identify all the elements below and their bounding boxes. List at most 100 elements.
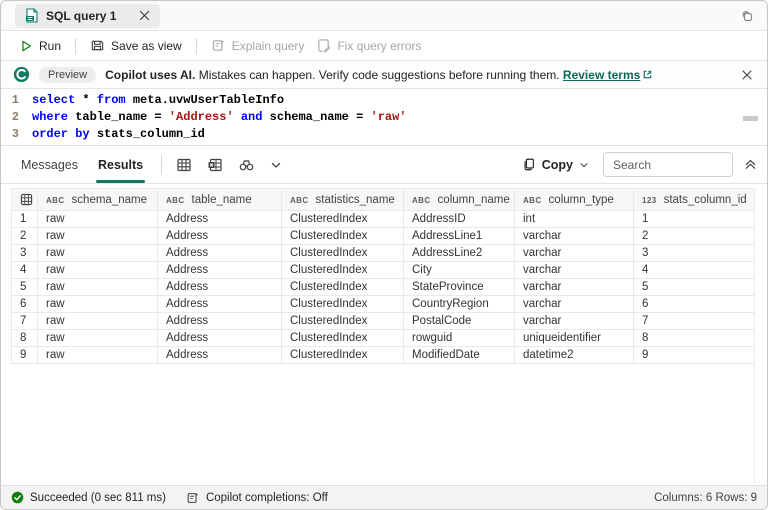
cell[interactable]: PostalCode (404, 313, 515, 330)
cell[interactable]: raw (38, 228, 158, 245)
row-number-cell[interactable]: 1 (12, 211, 38, 228)
cell[interactable]: raw (38, 245, 158, 262)
cell[interactable]: CountryRegion (404, 296, 515, 313)
view-as-grid-icon[interactable] (176, 157, 192, 173)
tab-messages[interactable]: Messages (11, 146, 88, 183)
sql-editor[interactable]: 1select * from meta.uvwUserTableInfo2whe… (1, 89, 767, 145)
cell[interactable]: 2 (634, 228, 755, 245)
banner-close-icon[interactable] (739, 67, 755, 83)
cell[interactable]: rowguid (404, 330, 515, 347)
cell[interactable]: ClusteredIndex (282, 296, 404, 313)
cell[interactable]: Address (158, 228, 282, 245)
table-row[interactable]: 6rawAddressClusteredIndexCountryRegionva… (12, 296, 755, 313)
cell[interactable]: Address (158, 245, 282, 262)
row-number-cell[interactable]: 7 (12, 313, 38, 330)
cell[interactable]: raw (38, 279, 158, 296)
table-row[interactable]: 9rawAddressClusteredIndexModifiedDatedat… (12, 347, 755, 364)
duplicate-window-icon[interactable] (739, 8, 755, 24)
cell[interactable]: AddressID (404, 211, 515, 228)
open-in-excel-icon[interactable] (207, 157, 223, 173)
cell[interactable]: raw (38, 347, 158, 364)
cell[interactable]: ClusteredIndex (282, 347, 404, 364)
cell[interactable]: StateProvince (404, 279, 515, 296)
column-header-schema_name[interactable]: ABCschema_name (38, 189, 158, 211)
copilot-completions-toggle[interactable]: Copilot completions: Off (186, 491, 328, 505)
inspect-binoculars-icon[interactable] (238, 157, 255, 173)
table-row[interactable]: 5rawAddressClusteredIndexStateProvinceva… (12, 279, 755, 296)
chevron-down-icon[interactable] (270, 159, 282, 171)
row-number-cell[interactable]: 4 (12, 262, 38, 279)
save-as-view-button[interactable]: Save as view (84, 35, 188, 57)
explain-query-button[interactable]: Explain query (205, 35, 311, 57)
column-header-column_name[interactable]: ABCcolumn_name (404, 189, 515, 211)
copy-button[interactable]: Copy (522, 157, 589, 172)
code-line[interactable]: 1select * from meta.uvwUserTableInfo (1, 92, 767, 109)
cell[interactable]: uniqueidentifier (515, 330, 634, 347)
cell[interactable]: 3 (634, 245, 755, 262)
cell[interactable]: ClusteredIndex (282, 228, 404, 245)
cell[interactable]: ClusteredIndex (282, 279, 404, 296)
column-header-stats_column_id[interactable]: 123stats_column_id (634, 189, 755, 211)
cell[interactable]: Address (158, 279, 282, 296)
cell[interactable]: 5 (634, 279, 755, 296)
tab-close-icon[interactable] (139, 10, 150, 21)
fix-query-errors-button[interactable]: Fix query errors (310, 35, 427, 57)
row-number-cell[interactable]: 5 (12, 279, 38, 296)
cell[interactable]: raw (38, 330, 158, 347)
review-terms-link[interactable]: Review terms (563, 68, 653, 82)
cell[interactable]: 9 (634, 347, 755, 364)
cell[interactable]: 8 (634, 330, 755, 347)
cell[interactable]: Address (158, 330, 282, 347)
cell[interactable]: raw (38, 211, 158, 228)
tab-sql-query-1[interactable]: SQL query 1 (15, 4, 160, 28)
column-header-column_type[interactable]: ABCcolumn_type (515, 189, 634, 211)
cell[interactable]: Address (158, 262, 282, 279)
table-row[interactable]: 7rawAddressClusteredIndexPostalCodevarch… (12, 313, 755, 330)
table-row[interactable]: 3rawAddressClusteredIndexAddressLine2var… (12, 245, 755, 262)
cell[interactable]: ClusteredIndex (282, 313, 404, 330)
row-number-cell[interactable]: 3 (12, 245, 38, 262)
cell[interactable]: Address (158, 211, 282, 228)
cell[interactable]: datetime2 (515, 347, 634, 364)
cell[interactable]: varchar (515, 262, 634, 279)
cell[interactable]: varchar (515, 296, 634, 313)
cell[interactable]: Address (158, 313, 282, 330)
cell[interactable]: varchar (515, 245, 634, 262)
cell[interactable]: raw (38, 296, 158, 313)
cell[interactable]: varchar (515, 228, 634, 245)
table-row[interactable]: 4rawAddressClusteredIndexCityvarchar4 (12, 262, 755, 279)
cell[interactable]: ClusteredIndex (282, 211, 404, 228)
cell[interactable]: raw (38, 313, 158, 330)
column-header-statistics_name[interactable]: ABCstatistics_name (282, 189, 404, 211)
code-line[interactable]: 3order by stats_column_id (1, 126, 767, 143)
cell[interactable]: 1 (634, 211, 755, 228)
collapse-panel-icon[interactable] (744, 158, 757, 171)
cell[interactable]: int (515, 211, 634, 228)
row-number-cell[interactable]: 6 (12, 296, 38, 313)
tab-results[interactable]: Results (88, 146, 153, 183)
cell[interactable]: AddressLine1 (404, 228, 515, 245)
cell[interactable]: 7 (634, 313, 755, 330)
cell[interactable]: Address (158, 347, 282, 364)
editor-scrollbar[interactable] (743, 116, 758, 121)
cell[interactable]: ClusteredIndex (282, 262, 404, 279)
cell[interactable]: AddressLine2 (404, 245, 515, 262)
search-input[interactable] (603, 152, 733, 177)
cell[interactable]: Address (158, 296, 282, 313)
results-scrollbar-gutter[interactable] (754, 188, 755, 483)
cell[interactable]: ClusteredIndex (282, 330, 404, 347)
table-row[interactable]: 8rawAddressClusteredIndexrowguiduniqueid… (12, 330, 755, 347)
cell[interactable]: ModifiedDate (404, 347, 515, 364)
select-all-corner-cell[interactable] (12, 189, 38, 211)
row-number-cell[interactable]: 8 (12, 330, 38, 347)
cell[interactable]: 6 (634, 296, 755, 313)
table-row[interactable]: 1rawAddressClusteredIndexAddressIDint1 (12, 211, 755, 228)
row-number-cell[interactable]: 2 (12, 228, 38, 245)
cell[interactable]: ClusteredIndex (282, 245, 404, 262)
row-number-cell[interactable]: 9 (12, 347, 38, 364)
run-button[interactable]: Run (13, 35, 67, 57)
column-header-table_name[interactable]: ABCtable_name (158, 189, 282, 211)
cell[interactable]: City (404, 262, 515, 279)
cell[interactable]: 4 (634, 262, 755, 279)
cell[interactable]: varchar (515, 279, 634, 296)
